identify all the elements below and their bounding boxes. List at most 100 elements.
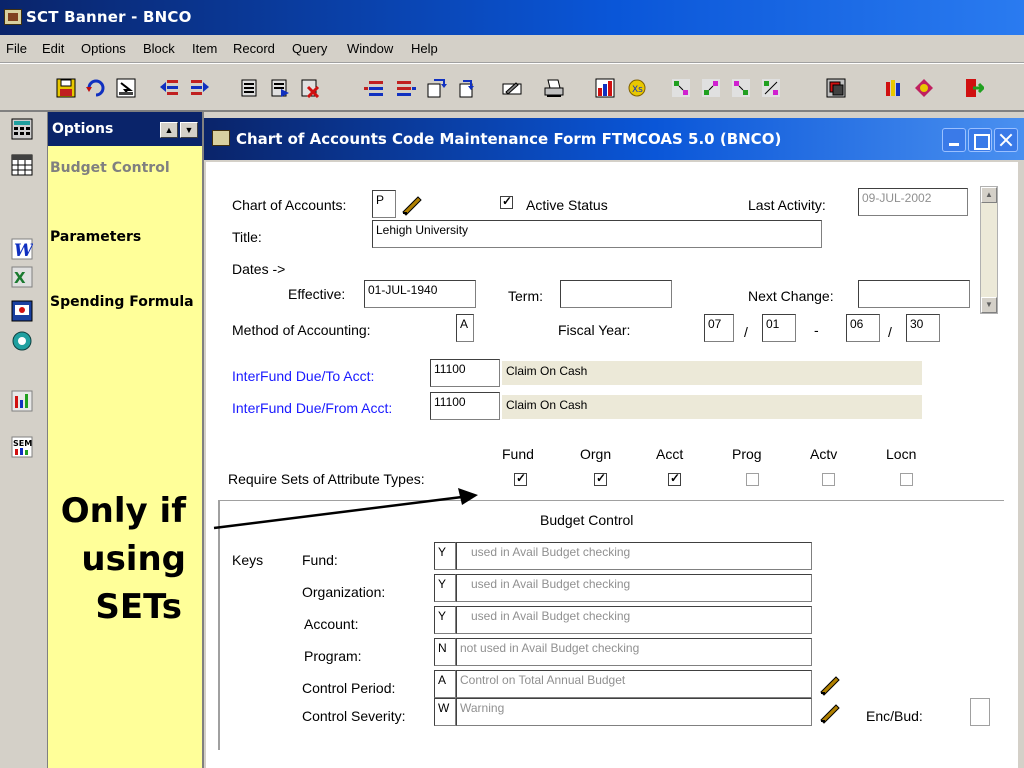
menu-edit[interactable]: Edit xyxy=(42,41,64,56)
menu-item[interactable]: Item xyxy=(192,41,217,56)
form-window: Chart of Accounts Code Maintenance Form … xyxy=(204,112,1024,768)
next-block-button[interactable] xyxy=(186,74,212,100)
bc-organization-code-field[interactable]: Y xyxy=(434,574,456,602)
calculator-strip-button[interactable] xyxy=(9,116,35,142)
cancel-query-button[interactable] xyxy=(296,74,322,100)
print-button[interactable] xyxy=(540,74,566,100)
field-tool-1-button[interactable] xyxy=(667,74,693,100)
sem-strip-button[interactable]: SEM xyxy=(9,434,35,460)
menu-options[interactable]: Options xyxy=(81,41,126,56)
enter-query-icon xyxy=(241,79,257,97)
previous-block-button[interactable] xyxy=(155,74,181,100)
attr-fund-checkbox[interactable] xyxy=(514,471,527,486)
scroll-down-arrow[interactable]: ▼ xyxy=(981,297,997,313)
globe-strip-button[interactable] xyxy=(9,328,35,354)
control-severity-search-icon[interactable] xyxy=(818,700,842,724)
bc-control-severity-label: Control Severity: xyxy=(302,708,406,724)
menu-file[interactable]: File xyxy=(6,41,27,56)
duplicate-record-button[interactable] xyxy=(423,74,449,100)
options-scroll-down-button[interactable]: ▼ xyxy=(180,122,198,138)
duplicate-item-button[interactable] xyxy=(453,74,479,100)
scroll-up-arrow[interactable]: ▲ xyxy=(981,187,997,203)
insert-record-button[interactable] xyxy=(360,74,386,100)
interfund-from-field[interactable]: 11100 xyxy=(430,392,500,420)
attr-acct-checkbox[interactable] xyxy=(668,471,681,486)
fiscal-end-day-field[interactable]: 30 xyxy=(906,314,940,342)
options-scroll-up-button[interactable]: ▲ xyxy=(160,122,178,138)
menu-help[interactable]: Help xyxy=(411,41,438,56)
chart-of-accounts-field[interactable]: P xyxy=(372,190,396,218)
menu-block[interactable]: Block xyxy=(143,41,175,56)
calendar-strip-button[interactable] xyxy=(9,152,35,178)
interfund-to-description: Claim On Cash xyxy=(502,361,922,385)
title-field[interactable]: Lehigh University xyxy=(372,220,822,248)
options-header: Options ▲ ▼ xyxy=(48,112,202,146)
bc-program-code-field[interactable]: N xyxy=(434,638,456,666)
word-strip-button[interactable]: W xyxy=(9,236,35,262)
menu-record[interactable]: Record xyxy=(233,41,275,56)
minimize-button[interactable] xyxy=(942,128,966,152)
interfund-to-label: InterFund Due/To Acct: xyxy=(232,368,375,384)
bc-control-severity-code-field[interactable]: W xyxy=(434,698,456,726)
fiscal-start-month-field[interactable]: 07 xyxy=(704,314,734,342)
annotation-line-3: SETs xyxy=(95,587,182,627)
close-button[interactable] xyxy=(994,128,1018,152)
field-tool-3-button[interactable] xyxy=(727,74,753,100)
budget-control-left-border xyxy=(218,500,220,750)
bc-control-period-code-field[interactable]: A xyxy=(434,670,456,698)
rollback-button[interactable] xyxy=(82,74,108,100)
field-tool-1-icon xyxy=(672,79,690,97)
search-pen-icon[interactable] xyxy=(400,192,424,216)
remove-record-button[interactable] xyxy=(392,74,418,100)
window-button[interactable] xyxy=(822,74,848,100)
library-button[interactable] xyxy=(880,74,906,100)
help-button[interactable] xyxy=(910,74,936,100)
option-parameters[interactable]: Parameters xyxy=(50,229,141,245)
attr-actv-checkbox[interactable] xyxy=(822,473,835,486)
effective-date-field[interactable]: 01-JUL-1940 xyxy=(364,280,476,308)
bc-fund-code-field[interactable]: Y xyxy=(434,542,456,570)
remove-record-icon xyxy=(397,81,416,96)
fiscal-start-day-field[interactable]: 01 xyxy=(762,314,796,342)
fiscal-year-label: Fiscal Year: xyxy=(558,322,631,338)
sem-icon: SEM xyxy=(11,436,33,458)
screen: SCT Banner - BNCO File Edit Options Bloc… xyxy=(0,0,1024,768)
next-change-field[interactable] xyxy=(858,280,970,308)
menu-query[interactable]: Query xyxy=(292,41,327,56)
fiscal-end-month-field[interactable]: 06 xyxy=(846,314,880,342)
enter-query-button[interactable] xyxy=(236,74,262,100)
interfund-to-field[interactable]: 11100 xyxy=(430,359,500,387)
excel-strip-button[interactable]: X xyxy=(9,264,35,290)
menu-window[interactable]: Window xyxy=(347,41,393,56)
fiscal-slash-2: / xyxy=(888,324,892,340)
method-of-accounting-field[interactable]: A xyxy=(456,314,474,342)
attr-orgn-checkbox[interactable] xyxy=(594,471,607,486)
option-budget-control[interactable]: Budget Control xyxy=(50,160,170,176)
field-tool-4-button[interactable] xyxy=(757,74,783,100)
presentation-strip-button[interactable] xyxy=(9,298,35,324)
term-date-field[interactable] xyxy=(560,280,672,308)
control-period-search-icon[interactable] xyxy=(818,672,842,696)
chart-of-accounts-label: Chart of Accounts: xyxy=(232,197,347,213)
field-tool-2-button[interactable] xyxy=(697,74,723,100)
rollback-icon xyxy=(86,79,105,97)
option-spending-formula[interactable]: Spending Formula xyxy=(50,294,194,310)
save-button[interactable] xyxy=(52,74,78,100)
chart-button[interactable] xyxy=(591,74,617,100)
bc-account-code-field[interactable]: Y xyxy=(434,606,456,634)
enc-bud-field[interactable] xyxy=(970,698,990,726)
execute-query-button[interactable] xyxy=(266,74,292,100)
calculator-button[interactable]: Xs xyxy=(623,74,649,100)
form-scrollbar[interactable]: ▲ ▼ xyxy=(980,186,998,314)
exit-button[interactable] xyxy=(960,74,986,100)
attr-orgn-label: Orgn xyxy=(580,446,612,462)
save-icon xyxy=(56,78,76,98)
select-button[interactable] xyxy=(112,74,138,100)
chart-strip-button[interactable] xyxy=(9,388,35,414)
edit-button[interactable] xyxy=(498,74,524,100)
attr-locn-checkbox[interactable] xyxy=(900,473,913,486)
attr-prog-checkbox[interactable] xyxy=(746,473,759,486)
field-tool-2-icon xyxy=(702,79,720,97)
active-status-checkbox[interactable] xyxy=(500,194,513,209)
maximize-button[interactable] xyxy=(968,128,992,152)
